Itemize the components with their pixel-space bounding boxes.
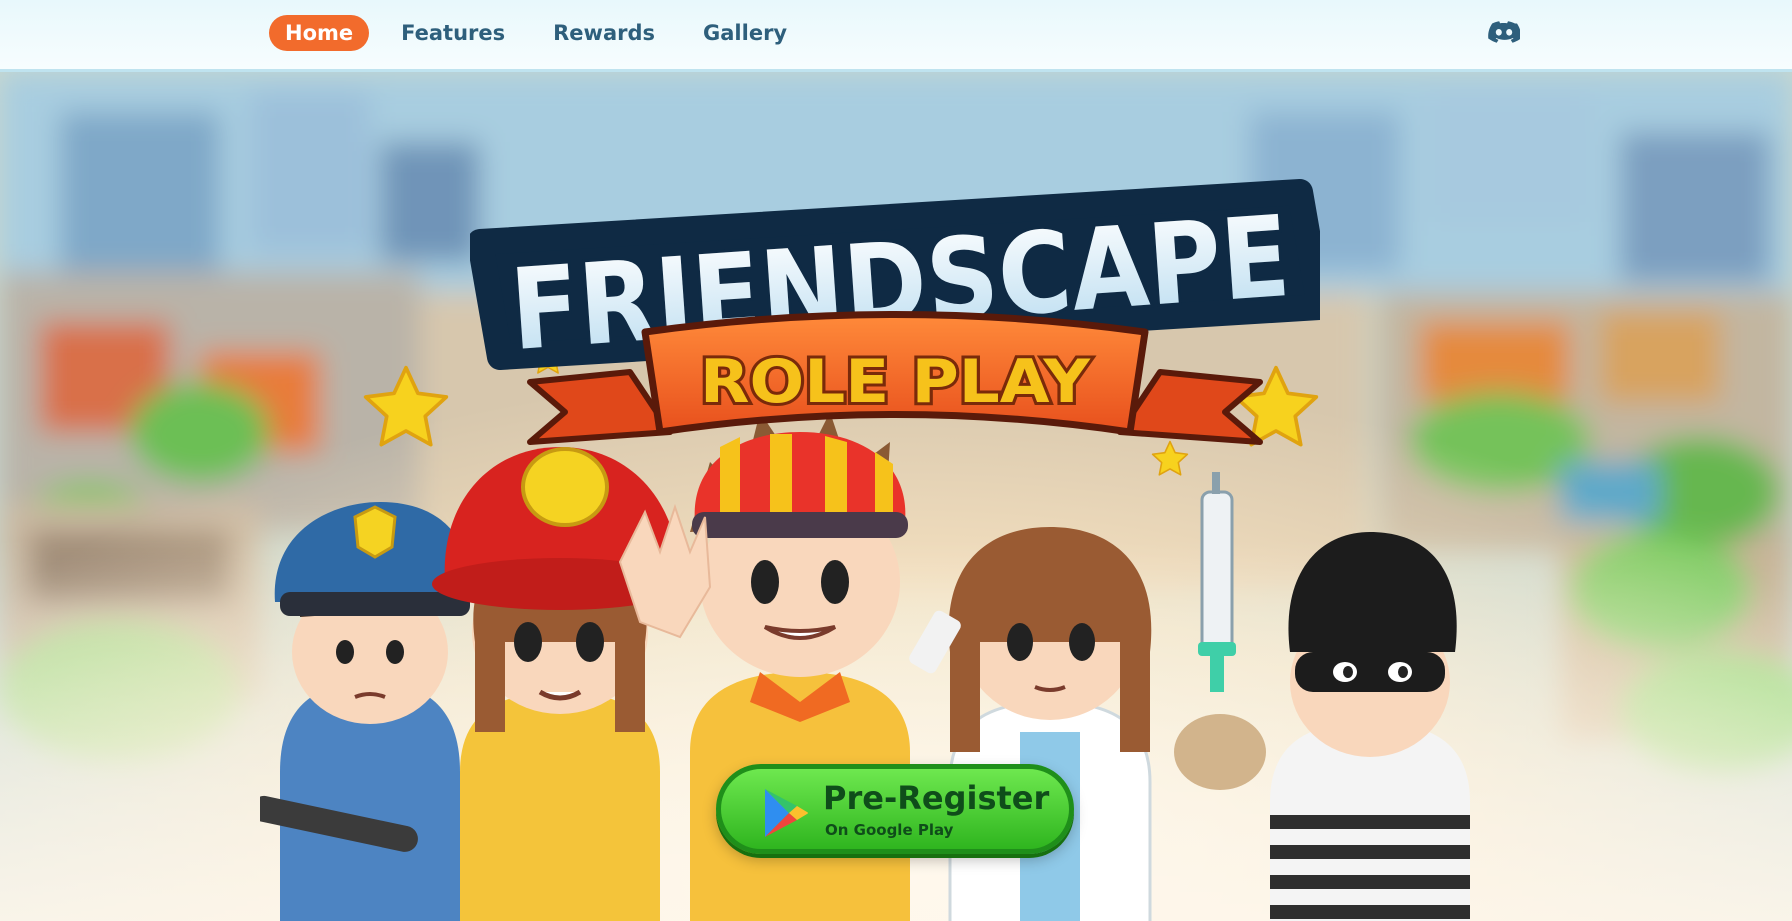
nav-home[interactable]: Home [269,15,370,51]
discord-icon[interactable] [1488,20,1520,48]
doctor-character [909,527,1152,921]
thief-character [1174,472,1470,921]
firefighter-character [432,447,688,921]
pre-register-button[interactable]: Pre-Register On Google Play [716,764,1074,854]
logo-subtitle-text: ROLE PLAY [700,347,1092,417]
game-logo: FRIENDSCAPE ROLE PLAY [470,179,1320,445]
police-character [260,502,471,921]
pre-register-subtitle: On Google Play [825,821,954,839]
nav-links: Home Features Rewards Gallery [269,15,819,51]
pre-register-title: Pre-Register [823,779,1050,817]
nav-gallery[interactable]: Gallery [687,15,803,51]
hero-section: FRIENDSCAPE ROLE PLAY Pre-Register On Go… [0,72,1792,921]
top-navbar: Home Features Rewards Gallery [0,0,1792,72]
nav-features[interactable]: Features [385,15,521,51]
nav-rewards[interactable]: Rewards [537,15,671,51]
google-play-icon [765,789,808,837]
